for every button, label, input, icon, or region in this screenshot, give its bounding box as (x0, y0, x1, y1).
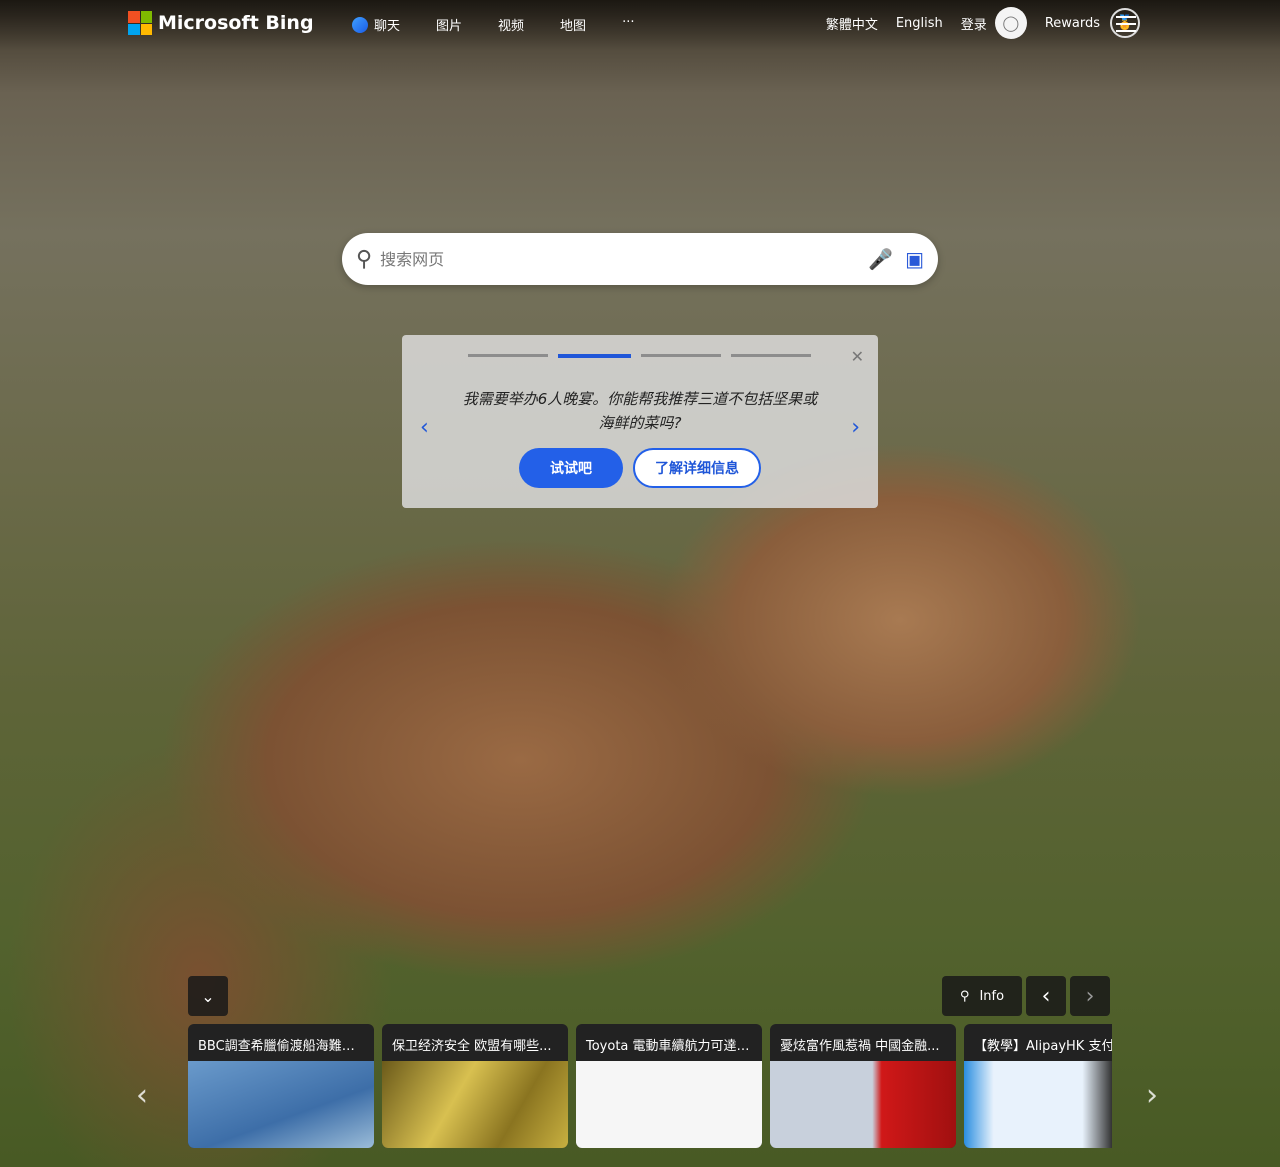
news-thumbnail (188, 1061, 374, 1148)
news-thumbnail (770, 1061, 956, 1148)
news-card[interactable]: 【教學】AlipayHK 支付寶 (964, 1024, 1112, 1148)
news-title: Toyota 電動車續航力可達 ... (586, 1039, 754, 1054)
chevron-right-icon: › (1085, 983, 1095, 1009)
news-thumbnail (576, 1061, 762, 1148)
news-card[interactable]: 保卫经济安全 欧盟有哪些... (382, 1024, 568, 1148)
chat-icon (352, 17, 368, 33)
news-title: 保卫经济安全 欧盟有哪些... (392, 1039, 552, 1054)
nav-chat-label: 聊天 (374, 19, 401, 34)
try-it-button[interactable]: 试试吧 (519, 448, 623, 488)
nav-maps[interactable]: 地图 (560, 15, 586, 34)
progress-step[interactable] (731, 354, 811, 357)
nav-images[interactable]: 图片 (436, 15, 462, 34)
previous-image-button[interactable]: ‹ (1026, 976, 1066, 1016)
news-title: 【教學】AlipayHK 支付寶 (974, 1039, 1112, 1054)
prompt-text: 我需要举办6人晚宴。你能帮我推荐三道不包括坚果或海鲜的菜吗? (462, 390, 818, 432)
chevron-left-icon[interactable]: ‹ (420, 415, 429, 440)
news-thumbnail (964, 1061, 1112, 1148)
nav-videos[interactable]: 视频 (498, 15, 524, 34)
info-label: Info (979, 988, 1005, 1004)
hamburger-menu-icon[interactable] (1116, 16, 1136, 37)
news-card[interactable]: Toyota 電動車續航力可達 ... (576, 1024, 762, 1148)
microphone-icon[interactable]: 🎤 (868, 247, 893, 271)
news-scroll-right-icon[interactable]: › (1146, 1078, 1158, 1113)
learn-more-button[interactable]: 了解详细信息 (633, 448, 761, 488)
news-title: BBC調查希臘偷渡船海難：... (198, 1039, 368, 1054)
news-card[interactable]: 憂炫富作風惹禍 中國金融... (770, 1024, 956, 1148)
chevron-down-icon: ⌄ (201, 986, 215, 1006)
progress-step-active[interactable] (558, 354, 631, 358)
info-button[interactable]: ⚲ Info (942, 976, 1022, 1016)
search-icon: ⚲ (356, 246, 373, 272)
news-thumbnail (382, 1061, 568, 1148)
visual-search-icon[interactable]: ▣ (905, 247, 924, 271)
sign-in-link[interactable]: 登录 (961, 14, 987, 33)
close-icon[interactable]: ✕ (851, 347, 864, 366)
location-pin-icon: ⚲ (959, 988, 970, 1004)
logo-text: Microsoft Bing (158, 12, 314, 34)
news-card[interactable]: BBC調查希臘偷渡船海難：... (188, 1024, 374, 1148)
copilot-prompt-card: ✕ ‹ › 我需要举办6人晚宴。你能帮我推荐三道不包括坚果或海鲜的菜吗? 试试吧… (402, 335, 878, 508)
collapse-feed-button[interactable]: ⌄ (188, 976, 228, 1016)
news-title: 憂炫富作風惹禍 中國金融... (780, 1039, 940, 1054)
chevron-left-icon: ‹ (1041, 983, 1051, 1009)
nav-more[interactable]: ··· (622, 15, 634, 34)
next-image-button[interactable]: › (1070, 976, 1110, 1016)
search-box: ⚲ 🎤 ▣ (342, 233, 938, 285)
progress-step[interactable] (468, 354, 548, 357)
rewards-link[interactable]: Rewards (1045, 16, 1100, 31)
news-scroll-left-icon[interactable]: ‹ (136, 1078, 148, 1113)
carousel-progress (468, 354, 811, 358)
top-bar: Microsoft Bing 聊天 图片 视频 地图 ··· 繁體中文 Engl… (0, 0, 1280, 50)
nav-chat[interactable]: 聊天 (352, 15, 400, 34)
bing-logo[interactable]: Microsoft Bing (128, 11, 314, 35)
avatar-icon[interactable]: ◯ (994, 7, 1027, 39)
lang-english[interactable]: English (896, 16, 943, 31)
progress-step[interactable] (641, 354, 721, 357)
microsoft-logo-icon (128, 11, 152, 35)
chevron-right-icon[interactable]: › (851, 415, 860, 440)
lang-traditional-chinese[interactable]: 繁體中文 (826, 14, 878, 33)
search-input[interactable] (380, 249, 857, 269)
main-nav: 聊天 图片 视频 地图 ··· (352, 15, 634, 34)
